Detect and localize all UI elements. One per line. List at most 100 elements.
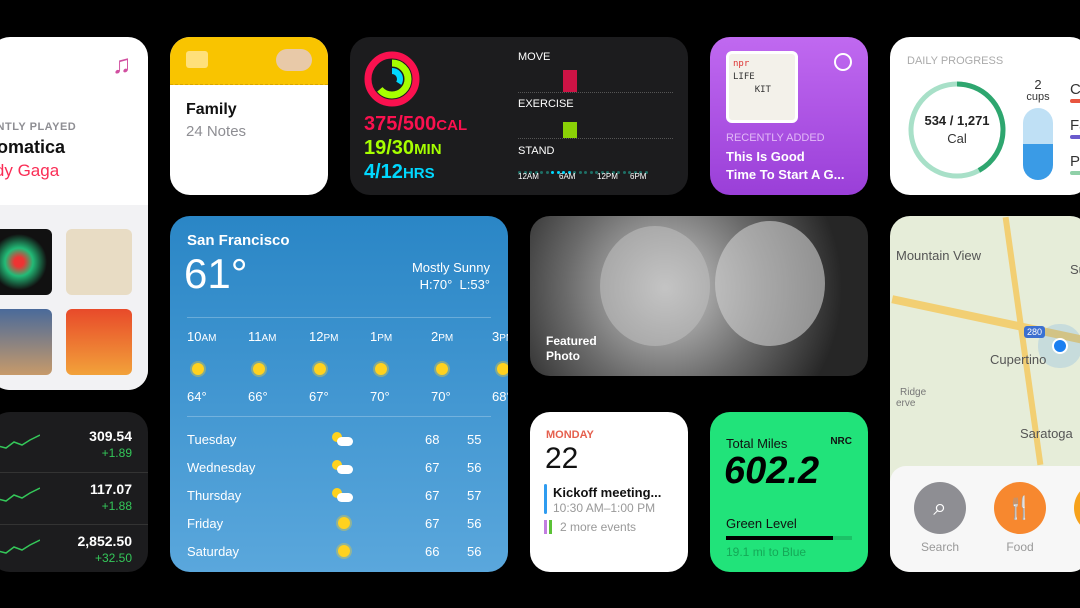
water-gauge xyxy=(1023,108,1053,180)
sun-icon xyxy=(436,362,448,380)
npr-logo: npr xyxy=(733,59,750,69)
event-time: 10:30 AM–1:00 PM xyxy=(553,501,656,515)
stocks-widget[interactable]: 309.54 +1.89 117.07 +1.88 2,852.50 +32.5… xyxy=(0,412,148,572)
day-low: 56 xyxy=(467,516,482,531)
total-miles-label: Total Miles xyxy=(726,436,788,451)
stock-sparkline xyxy=(0,539,40,554)
sun-icon xyxy=(375,362,387,380)
folder-name: Family xyxy=(186,101,237,118)
search-button[interactable]: ⌕ xyxy=(914,482,966,534)
daily-progress-widget[interactable]: DAILY PROGRESS 534 / 1,271 Cal 2 cups Ca… xyxy=(890,37,1080,195)
music-widget[interactable]: ♫ RECENTLY PLAYED Chromatica Lady Gaga xyxy=(0,37,148,390)
food-button[interactable]: 🍴 xyxy=(994,482,1046,534)
stock-price: 309.54 xyxy=(89,428,132,444)
hour-label: 1PM xyxy=(370,329,393,344)
macro-label: Pr xyxy=(1070,153,1080,170)
calendar-widget[interactable]: MONDAY 22 Kickoff meeting... 10:30 AM–1:… xyxy=(530,412,688,572)
food-label: Food xyxy=(1006,540,1034,554)
time-label: 12AM xyxy=(518,172,539,181)
day-name: Friday xyxy=(187,516,224,531)
current-location-dot xyxy=(1052,338,1068,354)
album-art[interactable] xyxy=(66,309,132,375)
stock-sparkline xyxy=(0,487,40,502)
stock-row[interactable]: 117.07 +1.88 xyxy=(0,472,148,524)
album-art[interactable] xyxy=(66,229,132,295)
maps-widget[interactable]: Mountain View Su 280 Cupertino Ridge erv… xyxy=(890,216,1080,572)
photo-label: Featured xyxy=(546,334,597,348)
daily-row: Friday 67 56 xyxy=(187,514,491,534)
hour-temp: 70° xyxy=(370,389,390,404)
city-name: San Francisco xyxy=(187,232,290,249)
place-label: Cupertino xyxy=(990,352,1047,367)
calorie-value: 534 / 1,271 xyxy=(924,113,990,128)
event-color-bar xyxy=(544,520,547,534)
nrc-logo: NRC xyxy=(830,436,852,447)
hour-temp: 68° xyxy=(492,389,508,404)
daily-row: Tuesday 68 55 xyxy=(187,430,491,450)
event-title[interactable]: Kickoff meeting... xyxy=(553,485,661,500)
day-name: Saturday xyxy=(187,544,240,559)
album-art[interactable] xyxy=(0,229,52,295)
weather-widget[interactable]: San Francisco 61° Mostly Sunny H:70° L:5… xyxy=(170,216,508,572)
search-label: Search xyxy=(920,540,960,554)
partly-cloudy-icon xyxy=(332,432,354,451)
podcast-artwork[interactable]: npr LIFE KIT xyxy=(726,51,798,123)
stock-sparkline xyxy=(0,434,40,449)
stand-value: 4/12 xyxy=(364,161,403,183)
place-label: Ridge xyxy=(900,387,927,398)
exercise-chart xyxy=(518,113,673,139)
stock-price: 2,852.50 xyxy=(77,533,133,549)
level-progress xyxy=(726,536,852,540)
daily-row: Thursday 67 57 xyxy=(187,486,491,506)
more-events[interactable]: 2 more events xyxy=(560,520,636,534)
carbs-bar xyxy=(1070,99,1080,103)
day-name: Tuesday xyxy=(187,432,237,447)
highway-shield: 280 xyxy=(1024,326,1046,338)
stock-row[interactable]: 2,852.50 +32.50 xyxy=(0,524,148,572)
shared-folder-icon xyxy=(186,51,208,68)
road xyxy=(891,295,1080,345)
exercise-label: EXERCISE xyxy=(518,98,574,110)
art-text: LIFE xyxy=(733,72,755,82)
sun-icon xyxy=(332,516,350,534)
activity-widget[interactable]: 375/500CAL 19/30MIN 4/12HRS MOVE EXERCIS… xyxy=(350,37,688,195)
recently-played-label: RECENTLY PLAYED xyxy=(0,121,77,133)
recently-added-label: RECENTLY ADDED xyxy=(726,132,825,144)
place-label: Mountain View xyxy=(896,248,982,263)
music-note-icon: ♫ xyxy=(112,49,132,79)
hour-label: 2PM xyxy=(431,329,454,344)
notes-widget[interactable]: Family 24 Notes xyxy=(170,37,328,195)
place-label: erve xyxy=(896,398,916,409)
day-name: Thursday xyxy=(187,488,242,503)
day-low: 56 xyxy=(467,544,482,559)
day-high: 67 xyxy=(425,460,440,475)
date: 22 xyxy=(545,442,579,475)
podcasts-widget[interactable]: npr LIFE KIT RECENTLY ADDED This Is Good … xyxy=(710,37,868,195)
album-art[interactable] xyxy=(0,309,52,375)
stock-change: +1.88 xyxy=(101,499,132,513)
hour-temp: 70° xyxy=(431,389,451,404)
maps-shortcut-bar: ⌕ Search 🍴 Food xyxy=(890,466,1080,572)
search-icon: ⌕ xyxy=(933,494,947,521)
featured-photo-widget[interactable]: Featured Photo xyxy=(530,216,868,376)
partly-cloudy-icon xyxy=(332,460,354,479)
current-temp: 61° xyxy=(184,250,248,297)
move-label: MOVE xyxy=(518,51,551,63)
fat-bar xyxy=(1070,135,1080,139)
calorie-unit: Cal xyxy=(947,131,967,146)
note-count: 24 Notes xyxy=(186,123,247,140)
fork-knife-icon: 🍴 xyxy=(1006,495,1034,520)
episode-title: Time To Start A G... xyxy=(726,167,845,182)
art-text: KIT xyxy=(754,85,771,95)
shortcut-button[interactable] xyxy=(1074,482,1080,534)
stock-change: +1.89 xyxy=(101,446,132,460)
day-high: 67 xyxy=(425,516,440,531)
nike-run-club-widget[interactable]: Total Miles NRC 602.2 Green Level 19.1 m… xyxy=(710,412,868,572)
avatar xyxy=(276,49,312,71)
artist-name: Lady Gaga xyxy=(0,161,60,180)
stock-row[interactable]: 309.54 +1.89 xyxy=(0,420,148,472)
activity-rings-icon xyxy=(364,51,420,107)
sun-icon xyxy=(253,362,265,380)
condition: Mostly Sunny xyxy=(411,260,490,275)
hour-label: 12PM xyxy=(309,329,339,344)
